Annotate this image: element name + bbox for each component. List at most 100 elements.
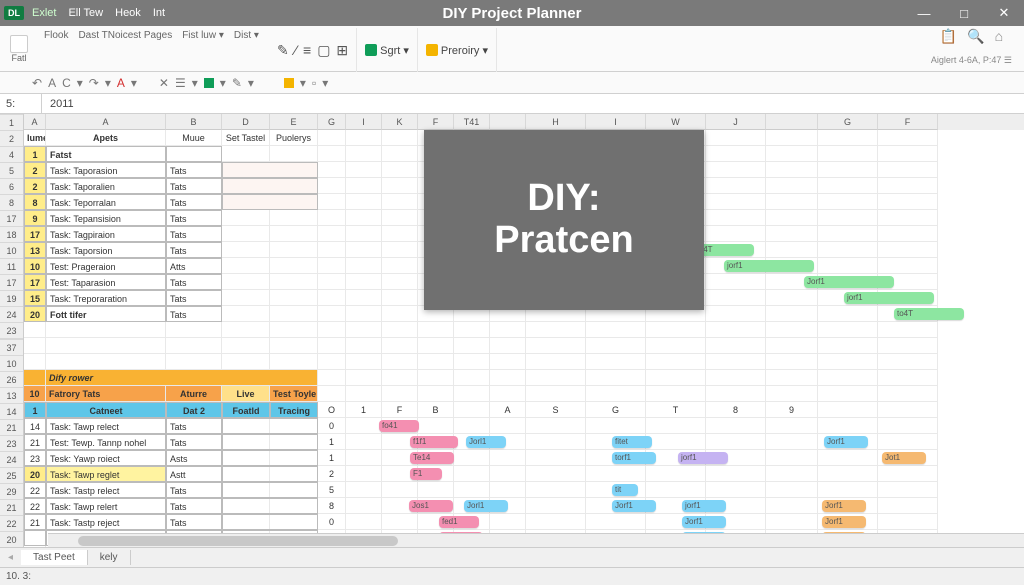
cell[interactable]	[526, 338, 586, 354]
cell[interactable]	[382, 274, 418, 290]
cell[interactable]	[222, 274, 270, 290]
cell[interactable]: Astt	[166, 466, 222, 482]
cell[interactable]	[526, 514, 586, 530]
cell[interactable]	[706, 290, 766, 306]
cell[interactable]	[24, 370, 46, 386]
cell[interactable]	[346, 514, 382, 530]
cell[interactable]	[818, 258, 878, 274]
cell[interactable]: Live	[222, 386, 270, 402]
gantt-bar[interactable]: fed1	[439, 516, 479, 528]
cell[interactable]	[490, 338, 526, 354]
cell[interactable]	[222, 498, 318, 514]
ribbon-tab-2[interactable]: Dast TNoicest Pages	[78, 30, 172, 41]
cell[interactable]: 20	[24, 306, 46, 322]
cell[interactable]: Tats	[166, 434, 222, 450]
cell[interactable]	[318, 338, 346, 354]
cell[interactable]	[706, 226, 766, 242]
cell[interactable]	[318, 178, 346, 194]
cell[interactable]	[706, 210, 766, 226]
cell[interactable]	[382, 146, 418, 162]
cell[interactable]	[766, 242, 818, 258]
cell[interactable]	[878, 386, 938, 402]
name-box[interactable]: 5:	[0, 94, 42, 113]
cell[interactable]	[818, 338, 878, 354]
cell[interactable]	[766, 498, 818, 514]
row-header[interactable]: 13	[0, 388, 23, 404]
cell[interactable]	[454, 354, 490, 370]
cell[interactable]	[646, 418, 706, 434]
cell[interactable]: 22	[24, 498, 46, 514]
tab-nav-left-icon[interactable]: ◂	[0, 552, 21, 563]
cell[interactable]	[270, 146, 318, 162]
cell[interactable]: Task: Tawp reglet	[46, 466, 166, 482]
chevron-down-icon-2[interactable]: ▾	[105, 76, 111, 90]
cell[interactable]	[646, 370, 706, 386]
cell[interactable]	[766, 514, 818, 530]
cell[interactable]	[878, 338, 938, 354]
cell[interactable]	[346, 482, 382, 498]
cell[interactable]: Tats	[166, 482, 222, 498]
col-header-I[interactable]: I	[346, 114, 382, 130]
cell[interactable]	[818, 306, 878, 322]
row-header[interactable]: 37	[0, 340, 23, 356]
cell[interactable]: Task: Tagpiraion	[46, 226, 166, 242]
cell[interactable]	[382, 370, 418, 386]
cell[interactable]: Task: Tastp relect	[46, 482, 166, 498]
gantt-bar[interactable]: jorf1	[724, 260, 814, 272]
cell[interactable]	[766, 370, 818, 386]
cell[interactable]	[526, 354, 586, 370]
cell[interactable]	[766, 306, 818, 322]
cell[interactable]	[346, 274, 382, 290]
cell[interactable]	[418, 322, 454, 338]
cell[interactable]	[490, 354, 526, 370]
cell[interactable]	[766, 178, 818, 194]
cell[interactable]	[878, 466, 938, 482]
cell[interactable]	[706, 162, 766, 178]
cell[interactable]	[818, 450, 878, 466]
cell[interactable]	[382, 306, 418, 322]
cell[interactable]	[454, 418, 490, 434]
row-header[interactable]: 10	[0, 356, 23, 372]
cell[interactable]	[766, 466, 818, 482]
cell[interactable]	[346, 322, 382, 338]
cell[interactable]: Test Toyle	[270, 386, 318, 402]
cell[interactable]	[166, 322, 222, 338]
cell[interactable]: B	[418, 402, 454, 418]
cell[interactable]: 1	[318, 450, 346, 466]
cell[interactable]: Task: Treporaration	[46, 290, 166, 306]
cell[interactable]	[878, 258, 938, 274]
col-header-E[interactable]: E	[270, 114, 318, 130]
cell[interactable]	[706, 466, 766, 482]
cell[interactable]	[346, 178, 382, 194]
menu-item-3[interactable]: Heok	[115, 7, 141, 19]
font-color-a-icon[interactable]: A	[117, 76, 125, 90]
cell[interactable]	[490, 450, 526, 466]
cell[interactable]	[646, 386, 706, 402]
cell[interactable]	[490, 482, 526, 498]
ribbon-tab-1[interactable]: Flook	[44, 30, 68, 41]
cell[interactable]: 9	[24, 210, 46, 226]
cell[interactable]	[222, 418, 318, 434]
cell[interactable]	[646, 354, 706, 370]
col-header-[interactable]	[490, 114, 526, 130]
cell[interactable]	[318, 354, 346, 370]
cell[interactable]	[346, 354, 382, 370]
cell[interactable]	[586, 354, 646, 370]
gantt-bar[interactable]: Jorf1	[824, 436, 868, 448]
cell[interactable]	[878, 210, 938, 226]
cell[interactable]	[706, 178, 766, 194]
row-header[interactable]: 4	[0, 147, 23, 163]
row-header[interactable]: 23	[0, 323, 23, 339]
cell[interactable]	[706, 306, 766, 322]
cell[interactable]	[766, 434, 818, 450]
cell[interactable]	[526, 498, 586, 514]
row-header[interactable]: 11	[0, 259, 23, 275]
row-header[interactable]: 18	[0, 227, 23, 243]
cell[interactable]	[766, 226, 818, 242]
cell[interactable]	[222, 466, 318, 482]
gantt-bar[interactable]: tit	[612, 484, 638, 496]
cell[interactable]: Task: Tawp relert	[46, 498, 166, 514]
cell[interactable]	[646, 322, 706, 338]
cell[interactable]	[24, 322, 46, 338]
cell[interactable]	[706, 130, 766, 146]
